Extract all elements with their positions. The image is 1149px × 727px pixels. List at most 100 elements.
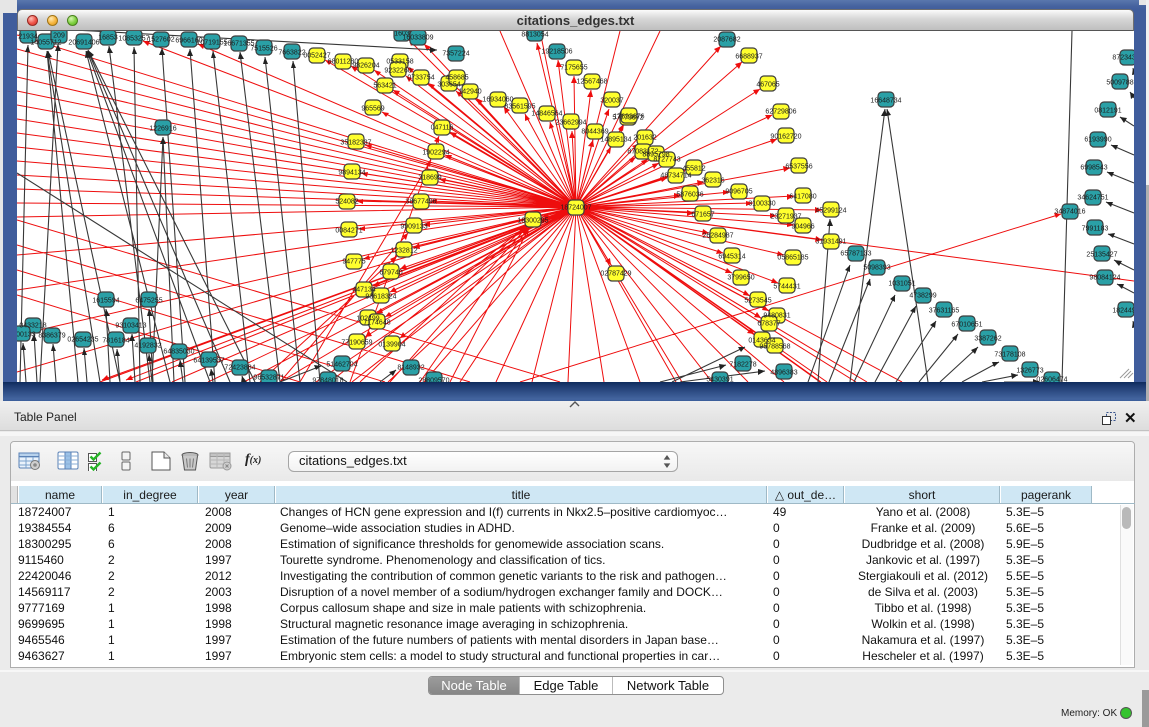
svg-text:1615594: 1615594 <box>92 298 119 305</box>
svg-text:1527602: 1527602 <box>147 37 174 44</box>
svg-text:0052427: 0052427 <box>303 53 330 60</box>
svg-text:1326773: 1326773 <box>1016 368 1043 375</box>
svg-text:9096705: 9096705 <box>725 189 752 196</box>
svg-text:0084271: 0084271 <box>335 228 362 235</box>
svg-text:320037: 320037 <box>600 98 623 105</box>
svg-text:318699: 318699 <box>418 175 441 182</box>
svg-text:201632: 201632 <box>633 135 656 142</box>
svg-text:7174648: 7174648 <box>363 320 390 327</box>
svg-text:1031051: 1031051 <box>888 281 915 288</box>
svg-text:5876036: 5876036 <box>676 192 703 199</box>
svg-text:8386379: 8386379 <box>38 333 65 340</box>
svg-text:904966: 904966 <box>791 224 814 231</box>
svg-text:467065: 467065 <box>756 82 779 89</box>
svg-text:02787429: 02787429 <box>600 271 631 278</box>
svg-text:9894134: 9894134 <box>338 170 365 177</box>
svg-text:34874016: 34874016 <box>1054 209 1085 216</box>
svg-text:8727743: 8727743 <box>653 157 680 164</box>
svg-text:16853: 16853 <box>98 35 118 42</box>
svg-text:0433218: 0433218 <box>19 323 46 330</box>
svg-text:7175655: 7175655 <box>560 65 587 72</box>
svg-text:947775: 947775 <box>342 259 365 266</box>
svg-text:10853257: 10853257 <box>118 36 149 43</box>
svg-text:14055712: 14055712 <box>30 40 61 47</box>
svg-text:671657: 671657 <box>691 212 714 219</box>
svg-text:209: 209 <box>53 33 65 40</box>
svg-text:303654: 303654 <box>437 82 460 89</box>
svg-text:6945314: 6945314 <box>718 254 745 261</box>
svg-text:16033809: 16033809 <box>402 35 433 42</box>
svg-text:65787133: 65787133 <box>840 251 871 258</box>
svg-text:20691406: 20691406 <box>68 40 99 47</box>
svg-text:7991183: 7991183 <box>1082 226 1109 233</box>
svg-text:31931491: 31931491 <box>815 239 846 246</box>
svg-text:679740: 679740 <box>379 270 402 277</box>
svg-text:77190659: 77190659 <box>341 340 372 347</box>
svg-text:5009788: 5009788 <box>1106 80 1133 87</box>
svg-text:047116: 047116 <box>431 125 454 132</box>
svg-text:16934060: 16934060 <box>482 97 513 104</box>
svg-text:93618324: 93618324 <box>365 294 396 301</box>
svg-text:12567468: 12567468 <box>576 79 607 86</box>
svg-text:45299124: 45299124 <box>815 208 846 215</box>
svg-text:6537556: 6537556 <box>785 164 812 171</box>
svg-text:6998543: 6998543 <box>1080 165 1107 172</box>
svg-text:18300295: 18300295 <box>517 218 548 225</box>
svg-text:5098393: 5098393 <box>863 265 890 272</box>
svg-text:6193990: 6193990 <box>1084 137 1111 144</box>
svg-text:1824493: 1824493 <box>1112 308 1134 315</box>
svg-text:38677496: 38677496 <box>405 199 436 206</box>
svg-text:3387262: 3387262 <box>974 336 1001 343</box>
svg-text:62729806: 62729806 <box>765 109 796 116</box>
svg-text:7515526: 7515526 <box>250 46 277 53</box>
svg-text:14846564: 14846564 <box>531 111 562 118</box>
svg-text:4192832: 4192832 <box>134 343 161 350</box>
svg-text:6688937: 6688937 <box>735 54 762 61</box>
svg-text:23271937: 23271937 <box>770 214 801 221</box>
svg-text:72423884: 72423884 <box>224 365 255 372</box>
svg-text:19218506: 19218506 <box>541 49 572 56</box>
svg-text:87234309: 87234309 <box>1112 55 1134 62</box>
svg-text:48734714: 48734714 <box>660 173 691 180</box>
svg-text:8813054: 8813054 <box>521 32 548 39</box>
svg-text:5744431: 5744431 <box>773 284 800 291</box>
svg-text:2087682: 2087682 <box>713 37 740 44</box>
svg-text:64139537: 64139537 <box>193 358 224 365</box>
svg-text:6417080: 6417080 <box>789 194 816 201</box>
svg-text:455812: 455812 <box>682 166 705 173</box>
svg-text:35182337: 35182337 <box>340 140 371 147</box>
svg-text:524082: 524082 <box>335 199 358 206</box>
svg-text:1226916: 1226916 <box>149 126 176 133</box>
svg-text:4738299: 4738299 <box>909 293 936 300</box>
svg-text:25135427: 25135427 <box>1086 252 1117 259</box>
svg-text:16648734: 16648734 <box>870 98 901 105</box>
svg-text:14895134: 14895134 <box>600 137 631 144</box>
svg-text:965569: 965569 <box>361 106 384 113</box>
svg-text:83561595: 83561595 <box>504 104 535 111</box>
svg-text:02654235: 02654235 <box>67 337 98 344</box>
svg-text:7357224: 7357224 <box>442 51 469 58</box>
svg-text:17693676: 17693676 <box>613 114 644 121</box>
svg-text:97848018: 97848018 <box>312 378 343 383</box>
svg-text:23662994: 23662994 <box>555 120 586 127</box>
svg-text:28809570: 28809570 <box>418 378 449 383</box>
svg-text:6475255: 6475255 <box>135 298 162 305</box>
svg-text:5273545: 5273545 <box>744 298 771 305</box>
svg-text:9600133: 9600133 <box>17 332 36 339</box>
svg-text:4896383: 4896383 <box>770 370 797 377</box>
svg-text:142940: 142940 <box>458 89 481 96</box>
svg-text:64835030: 64835030 <box>163 349 194 356</box>
svg-text:26284987: 26284987 <box>702 233 733 240</box>
svg-text:93103413: 93103413 <box>115 323 146 330</box>
svg-text:5430391: 5430391 <box>706 377 733 383</box>
svg-text:73178108: 73178108 <box>994 352 1025 359</box>
svg-text:67010651: 67010651 <box>951 322 982 329</box>
svg-text:37631165: 37631165 <box>929 308 960 315</box>
svg-text:7182278: 7182278 <box>729 362 756 369</box>
svg-text:9232260: 9232260 <box>384 68 411 75</box>
svg-text:0812191: 0812191 <box>1094 108 1121 115</box>
svg-text:90162720: 90162720 <box>770 134 801 141</box>
svg-text:447134: 447134 <box>352 287 375 294</box>
svg-text:458685: 458685 <box>445 75 468 82</box>
svg-text:18724007: 18724007 <box>560 205 591 212</box>
